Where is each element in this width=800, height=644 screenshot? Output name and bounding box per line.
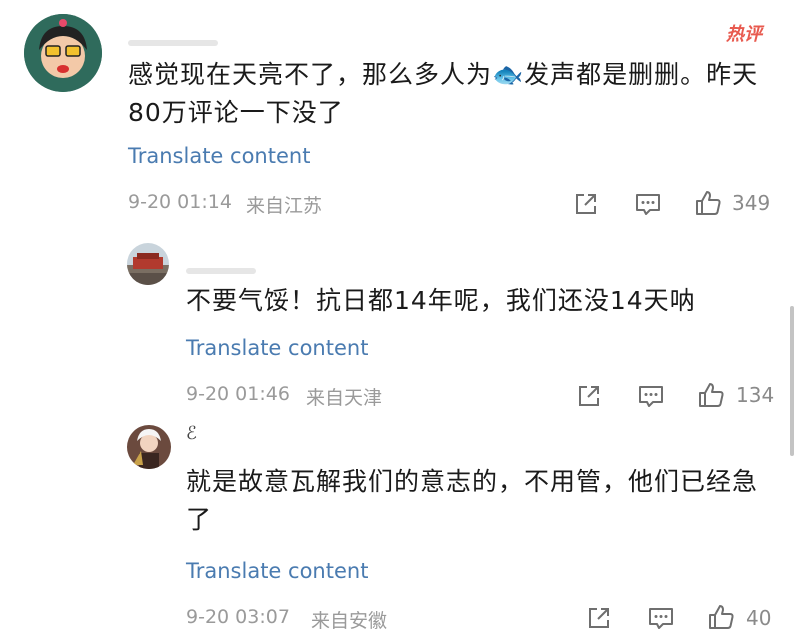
comment-location: 来自安徽: [311, 610, 388, 632]
translate-link[interactable]: Translate content: [186, 336, 368, 360]
username-placeholder[interactable]: [186, 268, 256, 274]
avatar[interactable]: [127, 243, 169, 285]
share-icon[interactable]: [585, 604, 613, 632]
like-count: 40: [746, 606, 772, 630]
like-icon[interactable]: [694, 189, 722, 217]
like-icon[interactable]: [707, 603, 735, 631]
comment-text: 就是故意瓦解我们的意志的，不用管，他们已经急了: [186, 467, 759, 534]
avatar[interactable]: [24, 14, 102, 92]
translate-link[interactable]: Translate content: [186, 559, 368, 583]
comment-text: 感觉现在天亮不了，那么多人为🐟发声都是删删。昨天80万评论一下没了: [128, 60, 759, 127]
scrollbar[interactable]: [790, 306, 794, 456]
like-count: 349: [732, 191, 771, 215]
comment-date: 9-20 03:07: [186, 606, 290, 628]
comment-date: 9-20 01:14: [128, 191, 232, 213]
share-icon[interactable]: [575, 382, 603, 410]
comment-location: 来自江苏: [246, 195, 323, 217]
hot-comment-badge: 热评: [726, 24, 762, 45]
comment-icon[interactable]: [637, 382, 665, 410]
comment-location: 来自天津: [306, 387, 383, 409]
share-icon[interactable]: [572, 190, 600, 218]
like-count: 134: [736, 383, 775, 407]
comment-date: 9-20 01:46: [186, 383, 290, 405]
comment-icon[interactable]: [634, 190, 662, 218]
comment-icon[interactable]: [647, 604, 675, 632]
comment-text: 不要气馁！抗日都14年呢，我们还没14天呐: [186, 286, 696, 315]
translate-link[interactable]: Translate content: [128, 144, 310, 168]
username[interactable]: ℰ: [186, 423, 197, 444]
like-icon[interactable]: [697, 381, 725, 409]
username-placeholder[interactable]: [128, 40, 218, 46]
avatar[interactable]: [127, 425, 171, 469]
